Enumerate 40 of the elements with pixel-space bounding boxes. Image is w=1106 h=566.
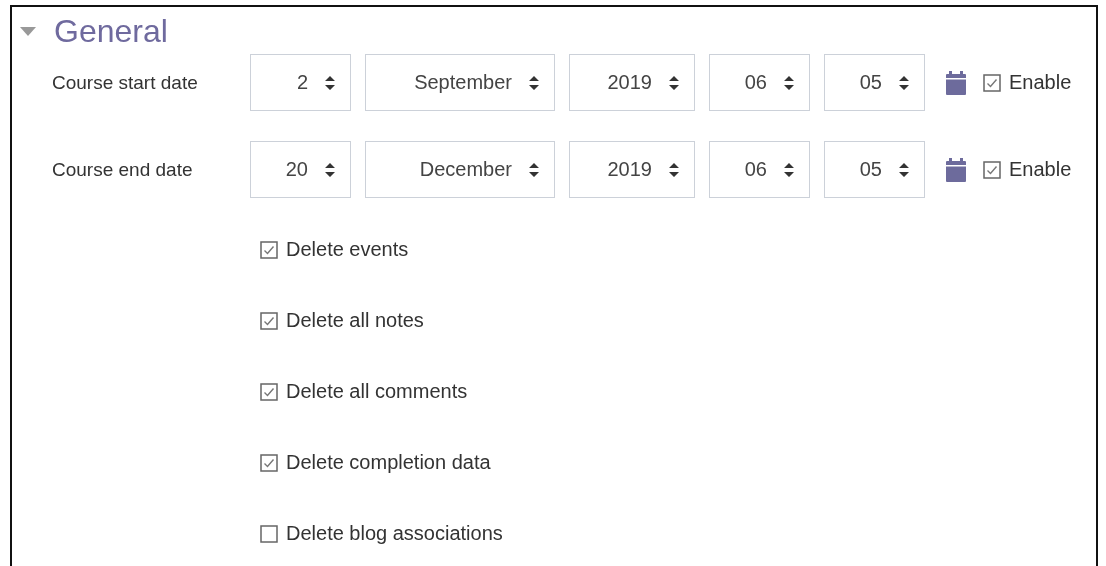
- sort-arrows-icon: [783, 161, 795, 178]
- day-select[interactable]: 2: [250, 54, 351, 111]
- field-label: Course end date: [52, 158, 194, 181]
- option-checkbox[interactable]: Delete events: [260, 238, 1096, 261]
- enable-checkbox[interactable]: Enable: [983, 71, 1072, 94]
- year-select[interactable]: 2019: [569, 141, 695, 198]
- field-label: Course start date: [52, 71, 199, 94]
- year-select[interactable]: 2019: [569, 54, 695, 111]
- checkbox[interactable]: [260, 311, 278, 330]
- enable-checkbox[interactable]: Enable: [983, 158, 1072, 181]
- collapse-icon[interactable]: [20, 26, 36, 37]
- sort-arrows-icon: [324, 161, 336, 178]
- month-select[interactable]: December: [365, 141, 555, 198]
- checkbox[interactable]: [983, 73, 1001, 92]
- option-checkbox[interactable]: Delete blog associations: [260, 522, 1096, 545]
- sort-arrows-icon: [898, 74, 910, 91]
- sort-arrows-icon: [324, 74, 336, 91]
- option-checkbox[interactable]: Delete all comments: [260, 380, 1096, 403]
- sort-arrows-icon: [528, 74, 540, 91]
- checkbox[interactable]: [260, 240, 278, 259]
- hour-select[interactable]: 06: [709, 141, 810, 198]
- sort-arrows-icon: [783, 74, 795, 91]
- option-checkbox[interactable]: Delete all notes: [260, 309, 1096, 332]
- hour-select[interactable]: 06: [709, 54, 810, 111]
- checkbox[interactable]: [260, 382, 278, 401]
- month-select[interactable]: September: [365, 54, 555, 111]
- sort-arrows-icon: [898, 161, 910, 178]
- sort-arrows-icon: [528, 161, 540, 178]
- checkbox[interactable]: [260, 524, 278, 543]
- option-checkbox[interactable]: Delete completion data: [260, 451, 1096, 474]
- day-select[interactable]: 20: [250, 141, 351, 198]
- sort-arrows-icon: [668, 161, 680, 178]
- sort-arrows-icon: [668, 74, 680, 91]
- section-title: General: [54, 13, 168, 50]
- minute-select[interactable]: 05: [824, 54, 925, 111]
- checkbox[interactable]: [260, 453, 278, 472]
- calendar-icon[interactable]: [945, 157, 967, 182]
- minute-select[interactable]: 05: [824, 141, 925, 198]
- checkbox[interactable]: [983, 160, 1001, 179]
- calendar-icon[interactable]: [945, 70, 967, 95]
